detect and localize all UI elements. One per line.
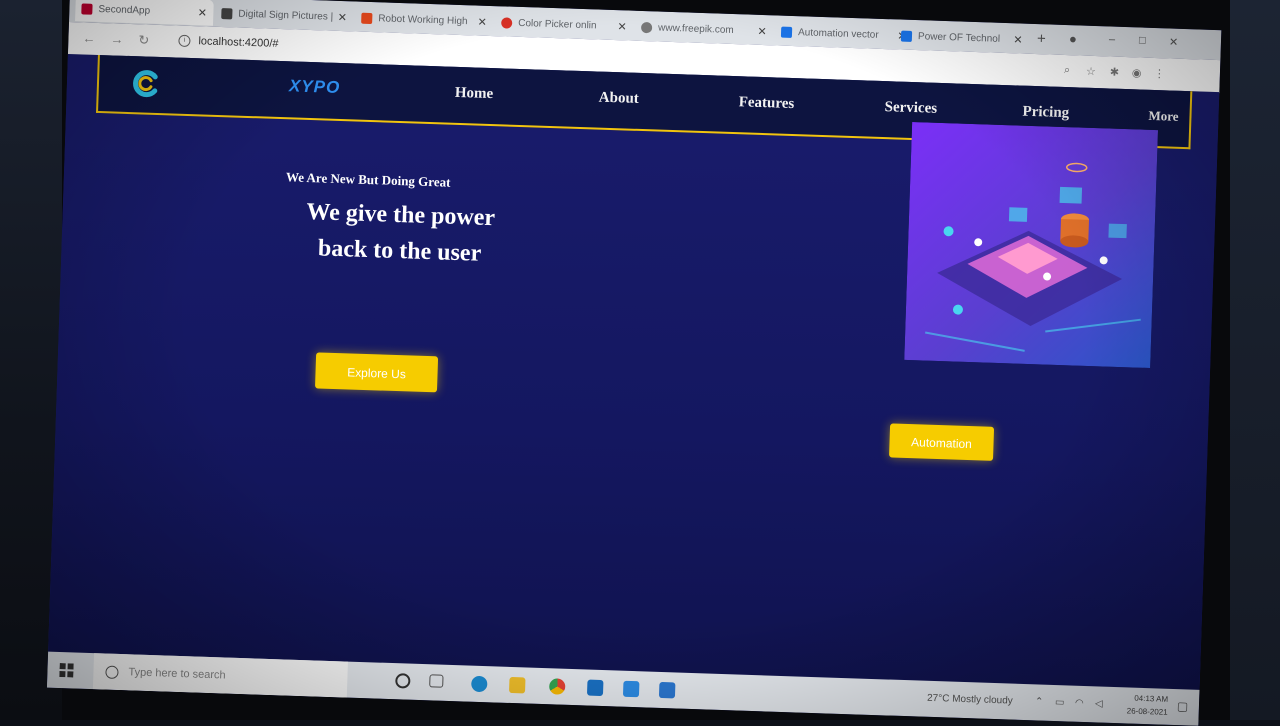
nav-link-about[interactable]: About xyxy=(598,90,640,108)
close-window-icon[interactable]: ✕ xyxy=(1169,35,1179,48)
freepik-icon xyxy=(900,30,913,42)
chrome-icon[interactable] xyxy=(548,678,566,695)
bookmark-star-icon[interactable]: ☆ xyxy=(1086,65,1096,78)
profile-icon[interactable]: ● xyxy=(1069,31,1077,46)
nav-link-features[interactable]: Features xyxy=(738,94,794,113)
zoom-icon[interactable]: ⌕ xyxy=(1064,64,1071,77)
explore-us-button[interactable]: Explore Us xyxy=(314,352,439,393)
close-tab-icon[interactable]: ✕ xyxy=(755,24,769,37)
browser-tab[interactable]: Digital Sign Pictures | ✕ xyxy=(215,0,354,30)
minimize-icon[interactable]: – xyxy=(1109,33,1116,45)
freepik-icon xyxy=(780,26,793,38)
browser-tab[interactable]: www.freepik.com ✕ xyxy=(635,14,774,45)
browser-tab[interactable]: Robot Working High ✕ xyxy=(355,4,494,35)
new-tab-icon[interactable]: + xyxy=(1037,30,1046,47)
avatar[interactable]: ◉ xyxy=(1132,66,1142,79)
color-picker-icon xyxy=(501,16,513,29)
mail-icon[interactable] xyxy=(586,679,604,697)
tab-label: Automation vector xyxy=(797,26,879,41)
image-icon xyxy=(221,7,233,19)
notification-icon[interactable]: ▢ xyxy=(1177,699,1189,713)
tab-label: Power OF Technol xyxy=(917,30,1001,45)
globe-icon xyxy=(640,21,653,33)
tray-chevron-icon[interactable]: ⌃ xyxy=(1035,696,1044,707)
extensions-icon[interactable]: ✱ xyxy=(1110,66,1120,79)
close-tab-icon[interactable]: ✕ xyxy=(335,10,349,23)
browser-tab[interactable]: Automation vector ✕ xyxy=(775,18,914,49)
brand-name[interactable]: XYPO xyxy=(289,76,341,98)
photos-icon[interactable] xyxy=(658,681,676,699)
reload-icon[interactable]: ↻ xyxy=(138,32,149,48)
address-bar[interactable]: i localhost:4200/# xyxy=(178,34,279,50)
web-page: XYPO Home About Features Services Pricin… xyxy=(48,53,1220,690)
close-tab-icon[interactable]: ✕ xyxy=(615,20,629,33)
nav-link-services[interactable]: Services xyxy=(884,99,937,118)
windows-start-icon[interactable] xyxy=(59,663,74,678)
close-tab-icon[interactable]: ✕ xyxy=(195,6,209,19)
taskbar-clock[interactable]: 04:13 AM 26-08-2021 xyxy=(1127,691,1169,718)
weather-widget[interactable]: 27°C Mostly cloudy xyxy=(927,693,1013,707)
site-info-icon[interactable]: i xyxy=(178,34,191,48)
close-tab-icon[interactable]: ✕ xyxy=(475,15,489,28)
search-placeholder: Type here to search xyxy=(128,666,226,682)
edge-icon[interactable] xyxy=(471,675,488,693)
tab-label: www.freepik.com xyxy=(657,22,734,36)
tab-label: Digital Sign Pictures | xyxy=(238,8,334,23)
hero-headline: We give the power back to the user xyxy=(279,193,521,273)
tab-label: SecondApp xyxy=(98,3,151,17)
battery-icon[interactable]: ▭ xyxy=(1055,697,1065,708)
wifi-icon[interactable]: ◠ xyxy=(1075,698,1084,709)
clock-date: 26-08-2021 xyxy=(1126,706,1168,717)
vscode-icon[interactable] xyxy=(622,680,640,698)
nav-link-home[interactable]: Home xyxy=(455,85,494,103)
nav-link-pricing[interactable]: Pricing xyxy=(1022,104,1069,123)
forward-icon[interactable]: → xyxy=(110,31,123,46)
hero-subheading: We Are New But Doing Great xyxy=(285,169,451,190)
close-tab-icon[interactable]: ✕ xyxy=(1011,33,1025,46)
task-view-icon[interactable] xyxy=(429,674,444,688)
freepik-icon xyxy=(361,12,373,24)
tab-label: Color Picker onlin xyxy=(518,17,597,31)
browser-tab[interactable]: Color Picker onlin ✕ xyxy=(495,9,634,40)
tab-label: Robot Working High xyxy=(378,12,468,27)
back-icon[interactable]: ← xyxy=(82,30,95,45)
volume-icon[interactable]: ◁ xyxy=(1095,698,1103,709)
browser-tab[interactable]: Power OF Technol ✕ xyxy=(895,22,1030,52)
url-text: localhost:4200/# xyxy=(198,35,279,50)
screen: SecondApp ✕ Digital Sign Pictures | ✕ Ro… xyxy=(46,0,1222,726)
clock-time: 04:13 AM xyxy=(1134,693,1169,704)
search-icon xyxy=(105,665,119,679)
automation-illustration xyxy=(904,121,1159,369)
maximize-icon[interactable]: □ xyxy=(1139,34,1146,46)
cortana-icon[interactable] xyxy=(395,673,411,689)
angular-icon xyxy=(81,2,93,15)
nav-link-more[interactable]: More xyxy=(1148,108,1179,125)
file-explorer-icon[interactable] xyxy=(509,676,526,694)
logo-icon[interactable] xyxy=(131,68,162,99)
menu-icon[interactable]: ⋮ xyxy=(1154,67,1165,80)
automation-button[interactable]: Automation xyxy=(889,423,995,461)
